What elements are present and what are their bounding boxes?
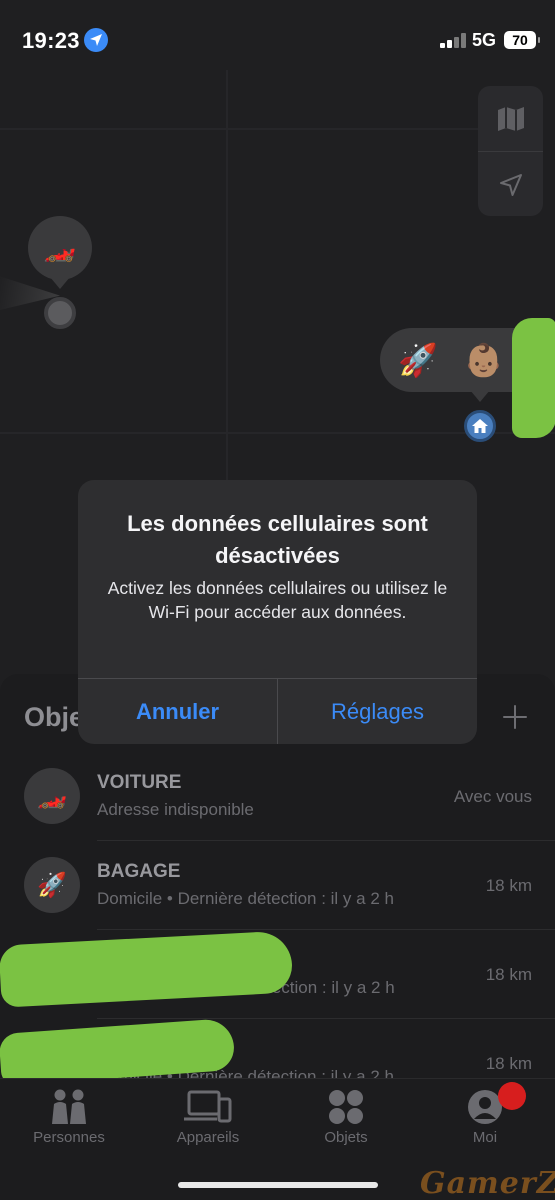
settings-button[interactable]: Réglages [278,679,477,744]
tab-personnes[interactable]: Personnes [9,1085,129,1146]
tab-label: Moi [472,1129,498,1146]
tab-label: Objets [324,1129,368,1146]
location-arrow-icon [499,173,522,196]
list-item[interactable]: 🏎️ VOITURE Adresse indisponible Avec vou… [0,752,555,841]
baby-emoji: 👶🏽 [463,342,504,378]
signal-icon [440,32,466,48]
tab-label: Appareils [176,1129,240,1146]
map-icon [497,106,524,131]
item-subtitle: Adresse indisponible [97,800,254,819]
alert-dialog: Les données cellulaires sont désactivées… [78,480,477,744]
network-type: 5G [472,30,497,50]
item-subtitle: Domicile • Dernière détection : il y a 2… [97,889,394,908]
car-emoji: 🏎️ [37,782,67,810]
devices-icon [184,1090,232,1123]
people-icon [52,1089,86,1124]
items-icon [329,1090,363,1124]
cancel-button[interactable]: Annuler [78,679,277,744]
item-distance: 18 km [485,1054,532,1073]
status-bar: 19:23 5G 70 [0,0,555,80]
add-item-button[interactable] [500,702,530,732]
location-arrow-icon [84,28,108,52]
item-distance: 18 km [485,876,532,895]
locate-me-button[interactable] [478,152,543,217]
sheet-title: Obje [24,702,85,732]
redaction-scribble [512,318,555,438]
item-avatar: 🚀 [24,857,80,913]
rocket-emoji: 🚀 [37,871,67,899]
tab-label: Personnes [33,1129,105,1146]
map-mode-button[interactable] [478,86,543,151]
item-avatar: 🏎️ [24,768,80,824]
item-name: BAGAGE [97,861,181,882]
home-indicator[interactable] [178,1182,378,1188]
list-item[interactable]: 🚀 BAGAGE Domicile • Dernière détection :… [0,841,555,930]
alert-message: Activez les données cellulaires ou utili… [107,578,448,622]
notification-badge [498,1082,526,1110]
item-distance: Avec vous [453,787,532,806]
status-time: 19:23 [22,28,80,53]
house-icon [472,419,488,433]
tab-objets[interactable]: Objets [286,1085,406,1146]
rocket-emoji: 🚀 [398,342,438,378]
battery-icon: 70 [504,31,540,49]
map-road [0,128,478,130]
watermark-logo: GamerZ [420,1166,555,1200]
location-dot [44,297,76,329]
tab-moi[interactable]: Moi [425,1085,545,1146]
alert-title: Les données cellulaires sont désactivées [127,511,428,568]
car-map-pin[interactable]: 🏎️ [28,216,92,289]
item-name: VOITURE [97,772,182,793]
item-distance: 18 km [485,965,532,984]
tab-appareils[interactable]: Appareils [148,1085,268,1146]
car-emoji: 🏎️ [43,232,77,263]
home-pin[interactable] [464,410,496,442]
map-controls [478,86,543,216]
